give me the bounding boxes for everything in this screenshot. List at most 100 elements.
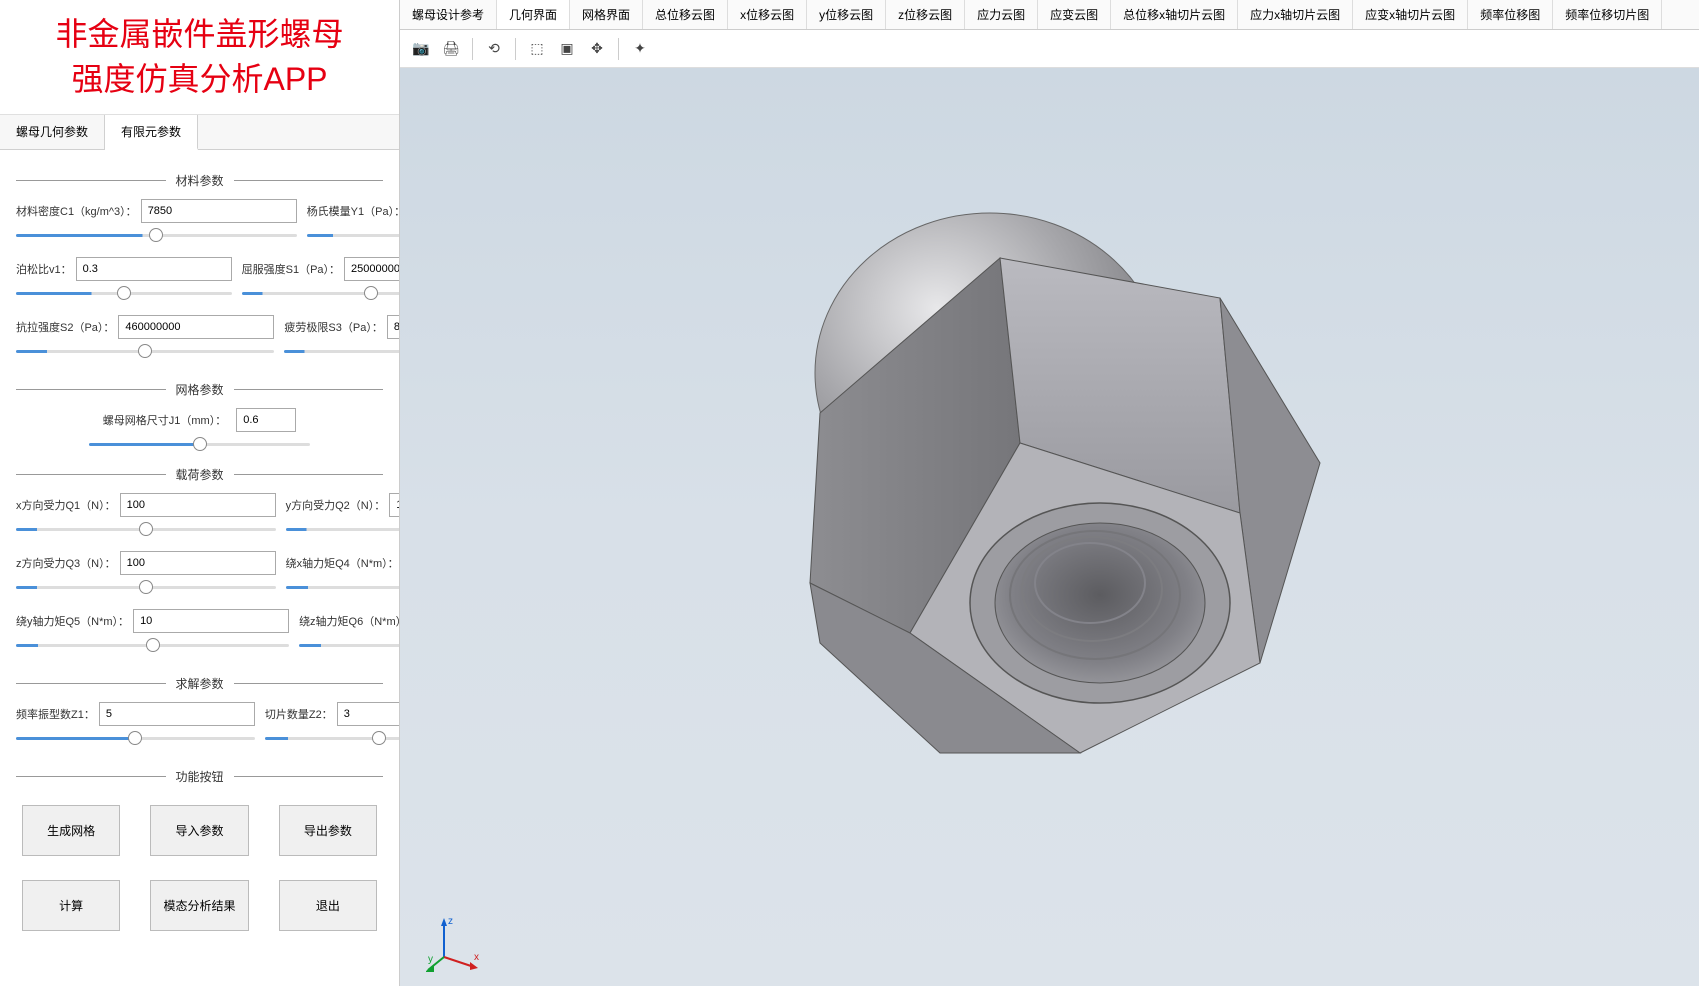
label-q2: y方向受力Q2（N）： <box>286 497 386 513</box>
refresh-icon[interactable]: ⟲ <box>481 36 507 62</box>
slider-tensile[interactable] <box>16 343 274 361</box>
label-youngs: 杨氏模量Y1（Pa）： <box>307 203 399 219</box>
section-header-material: 材料参数 <box>16 172 383 189</box>
left-tabs: 螺母几何参数 有限元参数 <box>0 115 399 150</box>
btn-import-params[interactable]: 导入参数 <box>150 805 248 856</box>
title-line-1: 非金属嵌件盖形螺母 <box>8 12 391 57</box>
input-q2[interactable] <box>389 493 399 517</box>
tab-top-11[interactable]: 应变x轴切片云图 <box>1353 0 1468 29</box>
fit-icon[interactable]: ▣ <box>554 36 580 62</box>
slider-q1[interactable] <box>16 521 276 539</box>
toolbar-separator <box>515 38 516 60</box>
input-z1[interactable] <box>99 702 255 726</box>
label-q1: x方向受力Q1（N）： <box>16 497 116 513</box>
app-title: 非金属嵌件盖形螺母 强度仿真分析APP <box>0 0 399 115</box>
slider-q6[interactable] <box>299 637 399 655</box>
axis-y-label: y <box>428 954 433 965</box>
top-tabs: 螺母设计参考几何界面网格界面总位移云图x位移云图y位移云图z位移云图应力云图应变… <box>400 0 1699 30</box>
slider-yield[interactable] <box>242 285 399 303</box>
slider-youngs[interactable] <box>307 227 399 245</box>
tab-top-3[interactable]: 总位移云图 <box>643 0 728 29</box>
input-z2[interactable] <box>337 702 399 726</box>
title-line-2: 强度仿真分析APP <box>8 57 391 102</box>
label-q5: 绕y轴力矩Q5（N*m）： <box>16 613 129 629</box>
section-title-buttons: 功能按钮 <box>166 768 234 785</box>
tab-fem-params[interactable]: 有限元参数 <box>105 115 198 150</box>
toolbar-separator <box>618 38 619 60</box>
label-z1: 频率振型数Z1： <box>16 706 95 722</box>
section-header-mesh: 网格参数 <box>16 381 383 398</box>
tab-geometry-params[interactable]: 螺母几何参数 <box>0 115 105 149</box>
tab-top-7[interactable]: 应力云图 <box>965 0 1038 29</box>
btn-export-params[interactable]: 导出参数 <box>279 805 377 856</box>
zoom-extents-icon[interactable]: ✥ <box>584 36 610 62</box>
axis-triad: z x y <box>426 912 486 972</box>
axis-z-label: z <box>448 916 453 927</box>
tab-top-12[interactable]: 频率位移图 <box>1468 0 1553 29</box>
button-grid: 生成网格 导入参数 导出参数 计算 模态分析结果 退出 <box>16 795 383 941</box>
toolbar: 📷🖨 ⟲ ⬚▣✥ ✦ <box>400 30 1699 68</box>
section-title-mesh: 网格参数 <box>166 381 234 398</box>
btn-exit[interactable]: 退出 <box>279 880 377 931</box>
section-title-solve: 求解参数 <box>166 675 234 692</box>
slider-z2[interactable] <box>265 730 399 748</box>
label-poisson: 泊松比v1： <box>16 261 72 277</box>
input-q3[interactable] <box>120 551 276 575</box>
btn-generate-mesh[interactable]: 生成网格 <box>22 805 120 856</box>
label-q4: 绕x轴力矩Q4（N*m）： <box>286 555 399 571</box>
axis-x-label: x <box>474 952 479 963</box>
tab-top-5[interactable]: y位移云图 <box>807 0 886 29</box>
tab-top-8[interactable]: 应变云图 <box>1038 0 1111 29</box>
slider-density[interactable] <box>16 227 297 245</box>
tab-top-2[interactable]: 网格界面 <box>570 0 643 29</box>
print-icon[interactable]: 🖨 <box>438 36 464 62</box>
panel-body: 材料参数 材料密度C1（kg/m^3）： 杨氏模量Y1（Pa）： <box>0 150 399 986</box>
main: 螺母设计参考几何界面网格界面总位移云图x位移云图y位移云图z位移云图应力云图应变… <box>400 0 1699 986</box>
input-meshsize[interactable] <box>236 408 296 432</box>
tab-top-13[interactable]: 频率位移切片图 <box>1553 0 1662 29</box>
section-title-material: 材料参数 <box>166 172 234 189</box>
slider-q2[interactable] <box>286 521 399 539</box>
label-q3: z方向受力Q3（N）： <box>16 555 116 571</box>
input-yield[interactable] <box>344 257 399 281</box>
input-poisson[interactable] <box>76 257 232 281</box>
axis-icon[interactable]: ✦ <box>627 36 653 62</box>
label-tensile: 抗拉强度S2（Pa）： <box>16 319 114 335</box>
toolbar-separator <box>472 38 473 60</box>
section-header-load: 载荷参数 <box>16 466 383 483</box>
viewport-3d[interactable]: z x y <box>400 68 1699 986</box>
section-header-buttons: 功能按钮 <box>16 768 383 785</box>
slider-poisson[interactable] <box>16 285 232 303</box>
tab-top-0[interactable]: 螺母设计参考 <box>400 0 497 29</box>
btn-modal-results[interactable]: 模态分析结果 <box>150 880 248 931</box>
label-z2: 切片数量Z2： <box>265 706 333 722</box>
btn-compute[interactable]: 计算 <box>22 880 120 931</box>
label-q6: 绕z轴力矩Q6（N*m）： <box>299 613 399 629</box>
section-header-solve: 求解参数 <box>16 675 383 692</box>
input-q1[interactable] <box>120 493 276 517</box>
section-title-load: 载荷参数 <box>166 466 234 483</box>
slider-q3[interactable] <box>16 579 276 597</box>
label-yield: 屈服强度S1（Pa）： <box>242 261 340 277</box>
label-fatigue: 疲劳极限S3（Pa）： <box>284 319 382 335</box>
slider-fatigue[interactable] <box>284 343 399 361</box>
slider-z1[interactable] <box>16 730 255 748</box>
label-meshsize: 螺母网格尺寸J1（mm）： <box>103 412 226 428</box>
tab-top-4[interactable]: x位移云图 <box>728 0 807 29</box>
tab-top-10[interactable]: 应力x轴切片云图 <box>1238 0 1353 29</box>
tab-top-9[interactable]: 总位移x轴切片云图 <box>1111 0 1238 29</box>
nut-model <box>700 163 1400 863</box>
camera-icon[interactable]: 📷 <box>408 36 434 62</box>
zoom-window-icon[interactable]: ⬚ <box>524 36 550 62</box>
input-tensile[interactable] <box>118 315 274 339</box>
tab-top-1[interactable]: 几何界面 <box>497 0 570 29</box>
input-density[interactable] <box>141 199 297 223</box>
input-q5[interactable] <box>133 609 289 633</box>
slider-q4[interactable] <box>286 579 399 597</box>
tab-top-6[interactable]: z位移云图 <box>886 0 965 29</box>
sidebar: 非金属嵌件盖形螺母 强度仿真分析APP 螺母几何参数 有限元参数 材料参数 材料… <box>0 0 400 986</box>
label-density: 材料密度C1（kg/m^3）： <box>16 203 137 219</box>
slider-meshsize[interactable] <box>89 436 309 454</box>
input-fatigue[interactable] <box>387 315 399 339</box>
slider-q5[interactable] <box>16 637 289 655</box>
